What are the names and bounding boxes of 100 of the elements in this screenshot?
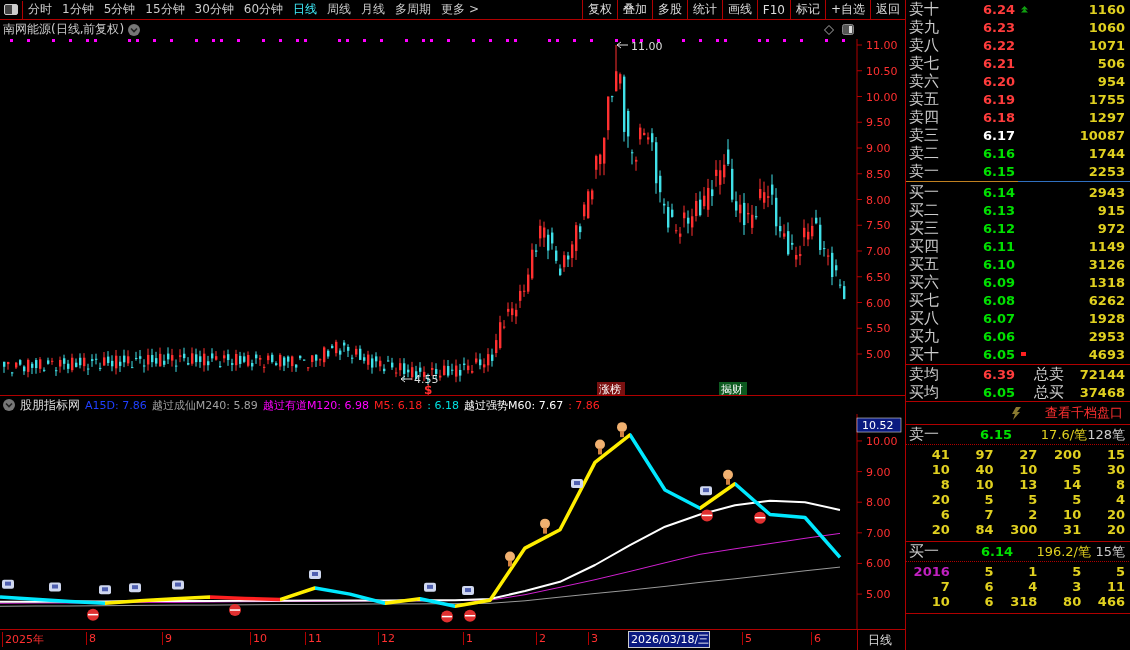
- price-tick-label: 5.00: [866, 348, 891, 361]
- bid-level-label: 买九: [908, 326, 940, 346]
- period-tab[interactable]: 5分钟: [98, 1, 141, 18]
- period-tab[interactable]: 1分钟: [57, 1, 99, 18]
- ask-volume: 1160: [1087, 1, 1126, 17]
- indicator-tick-label: 10.00: [866, 434, 898, 448]
- queue-count: 15笔: [1094, 542, 1126, 561]
- price-tick-label: 9.50: [866, 116, 891, 130]
- bid-price: 6.13: [983, 202, 1017, 218]
- time-axis-label: 2: [536, 632, 546, 645]
- queue-order-volume: 318: [1009, 594, 1038, 609]
- ask-level-label: 卖八: [908, 35, 940, 55]
- queue-order-volume: 6: [983, 579, 994, 594]
- queue-order-volume: 5: [1071, 492, 1082, 507]
- queue-order-volume: 5: [983, 564, 994, 579]
- cup-icon: [462, 586, 474, 596]
- ask-volume: 1071: [1087, 37, 1126, 53]
- ball-icon: [229, 604, 241, 616]
- time-axis-label: 3: [588, 632, 598, 645]
- period-tab[interactable]: 30分钟: [189, 1, 239, 18]
- ask-volume: 1297: [1087, 109, 1126, 125]
- queue-order-volume: 97: [974, 447, 994, 462]
- dropdown-icon[interactable]: [3, 399, 15, 411]
- dropdown-icon[interactable]: [128, 23, 141, 36]
- price-tick-label: 5.50: [866, 322, 891, 336]
- high-price-label: 11.00: [631, 40, 663, 53]
- queue-order-volume: 6: [983, 594, 994, 609]
- cup-icon: [2, 579, 14, 589]
- queue-order-volume: 5: [1071, 564, 1082, 579]
- time-axis-label: 2026/03/18/三: [628, 631, 711, 648]
- queue-order-volume: 10: [1062, 507, 1082, 522]
- ask-level-label: 卖七: [908, 53, 940, 73]
- low-price-label: 4.55: [414, 373, 439, 386]
- indicator-value: : 7.86: [568, 398, 600, 412]
- ask-level-label: 卖九: [908, 17, 940, 37]
- queue-order-volume: 1: [1027, 564, 1038, 579]
- price-tick-label: 6.00: [866, 296, 891, 310]
- period-tab[interactable]: 日线: [288, 1, 323, 18]
- ask-price: 6.15: [983, 163, 1017, 179]
- period-tab[interactable]: 周线: [322, 1, 357, 18]
- period-tab[interactable]: 更多 >: [436, 1, 484, 18]
- period-tab[interactable]: 60分钟: [238, 1, 289, 18]
- queue-order-volume: 8: [939, 477, 950, 492]
- diamond-icon[interactable]: [824, 24, 834, 35]
- queue-order-volume: 7: [983, 507, 994, 522]
- price-tick-label: 10.50: [866, 64, 898, 78]
- ask-price: 6.24: [983, 1, 1017, 17]
- queue-order-volume: 13: [1018, 477, 1038, 492]
- bid-price: 6.09: [983, 274, 1017, 290]
- cup-icon: [49, 582, 61, 592]
- period-tab[interactable]: 分时: [23, 1, 57, 18]
- ball-icon: [464, 609, 476, 622]
- bid-level-label: 买六: [908, 272, 940, 292]
- ask-volume: 10087: [1078, 127, 1126, 143]
- bid-level-label: 买八: [908, 308, 940, 328]
- queue-level-label: 卖一: [908, 425, 940, 444]
- bid-price: 6.10: [983, 256, 1017, 272]
- queue-order-volume: 15: [1105, 447, 1125, 462]
- indicator-value: : 6.18: [427, 398, 459, 412]
- leader-line: [616, 41, 629, 49]
- queue-order-volume: 14: [1062, 477, 1082, 492]
- dollar-marker: $: [424, 383, 433, 395]
- cup-icon: [99, 585, 111, 595]
- up-arrow-icon: [1021, 5, 1028, 13]
- price-tick-label: 11.00: [866, 39, 898, 52]
- ask-volume: 506: [1096, 55, 1126, 71]
- period-tab[interactable]: 月线: [356, 1, 391, 18]
- price-tick-label: 10.00: [866, 90, 898, 104]
- period-tab[interactable]: 15分钟: [140, 1, 190, 18]
- average-label: 买均: [908, 382, 940, 402]
- cup-icon: [129, 583, 141, 593]
- queue-order-volume: 7: [939, 579, 950, 594]
- bid-level-label: 买一: [908, 182, 940, 202]
- time-axis-label: 12: [378, 632, 395, 645]
- ask-volume: 1060: [1087, 19, 1126, 35]
- queue-order-volume: 31: [1062, 522, 1082, 537]
- bid-volume: 2943: [1087, 184, 1126, 200]
- total-volume: 72144: [1078, 366, 1126, 382]
- queue-order-volume: 80: [1062, 594, 1082, 609]
- indicator-value: 越过强势M60: 7.67: [463, 397, 564, 413]
- queue-order-volume: 5: [1114, 564, 1125, 579]
- order-queue-link[interactable]: 查看千档盘口: [1045, 404, 1123, 422]
- panel-toggle-icon[interactable]: [842, 24, 854, 35]
- price-tick-label: 6.50: [866, 270, 891, 284]
- leader-line: [400, 375, 413, 383]
- queue-order-volume: 10: [930, 594, 950, 609]
- queue-order-volume: 84: [974, 522, 994, 537]
- bid-volume: 3126: [1087, 256, 1126, 272]
- queue-order-volume: 41: [930, 447, 950, 462]
- time-axis-label: 9: [162, 632, 172, 645]
- hand-icon: [540, 518, 550, 534]
- hand-icon: [505, 551, 515, 567]
- bid-price: 6.14: [983, 184, 1017, 200]
- cup-icon: [571, 479, 583, 489]
- average-label: 卖均: [908, 364, 940, 384]
- cup-icon: [424, 582, 436, 592]
- ask-volume: 954: [1096, 73, 1126, 89]
- ask-price: 6.19: [983, 91, 1017, 107]
- period-tab[interactable]: 多周期: [390, 1, 437, 18]
- ask-price: 6.16: [983, 145, 1017, 161]
